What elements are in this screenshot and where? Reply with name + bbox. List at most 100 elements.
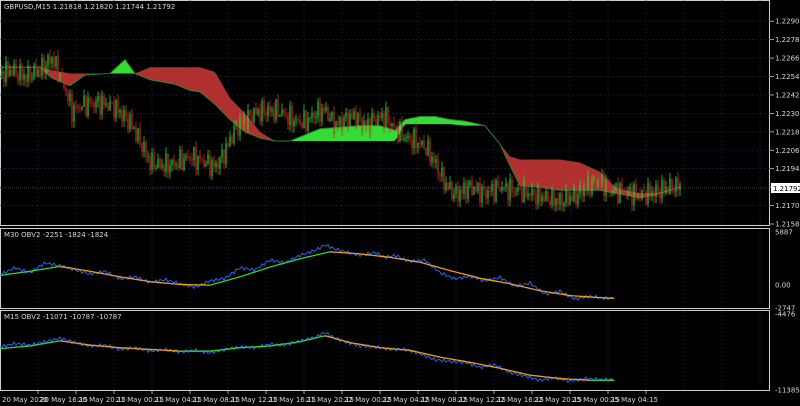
obv-signal-segment	[459, 272, 463, 275]
obv-signal-segment	[343, 340, 347, 343]
obv-signal-segment	[427, 263, 431, 266]
candle-body	[83, 95, 85, 107]
candle-body	[377, 115, 379, 126]
candle-body	[425, 148, 427, 155]
candle-body	[611, 191, 613, 193]
obv-signal-segment	[271, 265, 275, 268]
candle-body	[415, 128, 417, 149]
time-axis[interactable]: 20 May 202020 May 16:1520 May 20:1521 Ma…	[2, 391, 658, 404]
candle-body	[433, 156, 435, 163]
candle-body	[583, 187, 585, 197]
obv-signal-segment	[329, 336, 333, 339]
candle-body	[567, 190, 569, 205]
candle-body	[207, 154, 209, 164]
candle-body	[51, 57, 53, 64]
candle-body	[27, 65, 29, 82]
candle-body	[35, 64, 37, 77]
price-tick-label: 1.22300	[775, 110, 800, 118]
candle-body	[395, 126, 397, 128]
candle-body	[453, 194, 455, 200]
candle-body	[397, 127, 399, 142]
candle-body	[263, 101, 265, 113]
obv-signal-segment	[431, 264, 435, 267]
obv-m15-header: M15 OBV2 -11071 -10787 -10787	[4, 313, 122, 321]
candle-body	[527, 193, 529, 197]
obv-signal-segment	[457, 271, 461, 274]
price-axis[interactable]: 1.22900 1.22780 1.22660 1.22540 1.22420 1.223…	[770, 18, 800, 229]
candle-body	[101, 95, 103, 115]
candle-body	[157, 158, 159, 169]
candle-body	[545, 191, 547, 201]
obv-signal-segment	[251, 271, 255, 274]
candle-body	[347, 112, 349, 128]
candle-body	[531, 188, 533, 196]
obv-signal-segment	[287, 260, 291, 263]
obv-signal-segment	[281, 262, 285, 265]
candle-body	[389, 122, 391, 127]
candle-body	[143, 142, 145, 152]
obv-signal-segment	[333, 337, 337, 340]
candle-body	[555, 198, 557, 206]
candle-body	[181, 149, 183, 171]
candle-body	[677, 177, 679, 191]
candle-body	[533, 188, 535, 195]
candle-body	[569, 196, 571, 205]
candle-body	[325, 107, 327, 112]
main-header: GBPUSD,M15 1.21818 1.21820 1.21744 1.217…	[4, 3, 175, 11]
candle-body	[185, 155, 187, 158]
candle-body	[353, 111, 355, 119]
candle-body	[541, 196, 543, 202]
candle-body	[571, 196, 573, 202]
obv-signal-segment	[449, 269, 453, 272]
candle-body	[337, 120, 339, 126]
candle-body	[513, 191, 515, 193]
candle-body	[117, 99, 119, 113]
candle-body	[335, 120, 337, 135]
candle-body	[357, 113, 359, 128]
obv-signal-segment	[231, 277, 235, 280]
candle-body	[107, 103, 109, 111]
candle-body	[645, 191, 647, 205]
price-tick-label: 1.22060	[775, 147, 800, 155]
obv-signal-segment	[295, 258, 299, 261]
candle-body	[359, 113, 361, 118]
candle-body	[669, 178, 671, 194]
obv-tick-label: 5887	[775, 229, 793, 237]
obv-signal-segment	[335, 338, 339, 340]
candle-body	[225, 143, 227, 165]
candle-body	[149, 156, 151, 171]
candle-body	[285, 113, 287, 115]
candle-body	[479, 182, 481, 203]
candle-body	[511, 179, 513, 192]
candle-body	[139, 128, 141, 144]
candle-body	[481, 186, 483, 203]
candle-body	[351, 113, 353, 119]
chart-canvas[interactable]: GBPUSD,M15 1.21818 1.21820 1.21744 1.217…	[0, 0, 800, 406]
obv-m15-lines	[0, 331, 615, 384]
obv-signal-segment	[233, 277, 237, 280]
candle-body	[257, 109, 259, 115]
candle-body	[577, 193, 579, 205]
candle-body	[405, 137, 407, 139]
obv-signal-segment	[277, 263, 281, 266]
obv-signal-segment	[425, 263, 429, 266]
obv-signal-segment	[325, 335, 329, 338]
candle-body	[187, 155, 189, 158]
candle-body	[23, 74, 25, 80]
obv-signal-segment	[275, 264, 279, 267]
candle-body	[75, 105, 77, 107]
candle-body	[77, 106, 79, 109]
candle-body	[73, 105, 75, 122]
obv-signal-segment	[437, 266, 441, 269]
candle-body	[649, 183, 651, 197]
candle-body	[503, 186, 505, 188]
candle-body	[597, 181, 599, 187]
obv-signal-segment	[463, 273, 467, 276]
candle-body	[421, 140, 423, 145]
candle-body	[31, 78, 33, 80]
candle-body	[141, 143, 143, 152]
candle-body	[639, 194, 641, 199]
candle-body	[163, 164, 165, 173]
candle-body	[279, 114, 281, 117]
candle-body	[221, 149, 223, 158]
